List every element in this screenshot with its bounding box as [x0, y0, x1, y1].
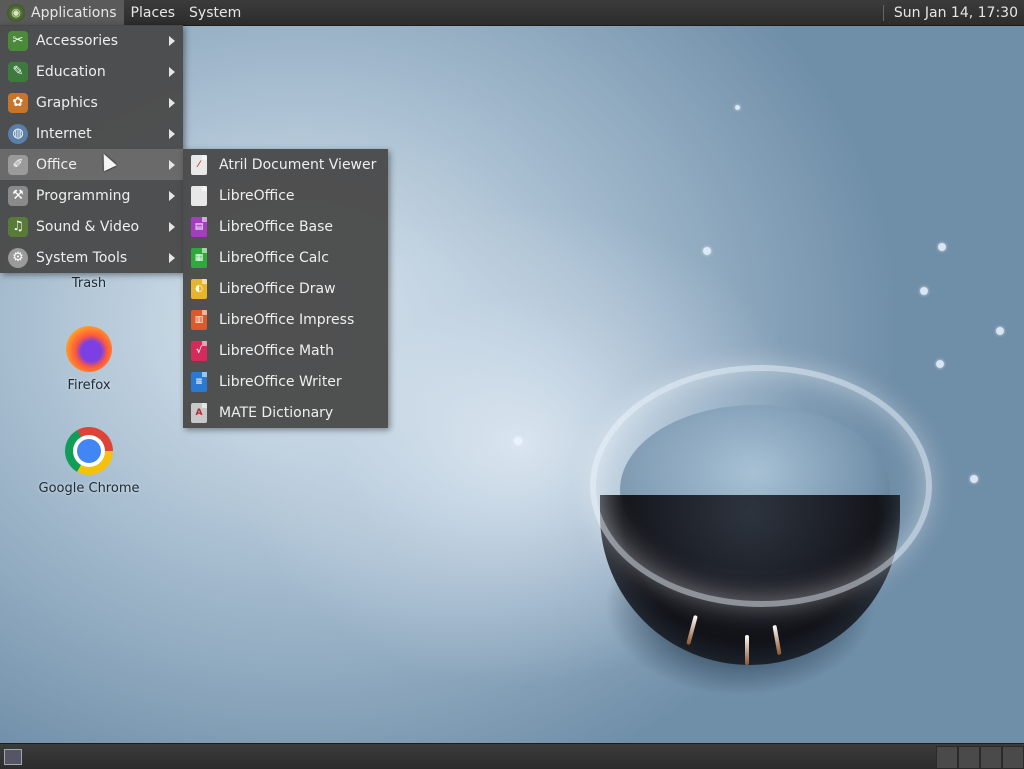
water-droplet	[996, 327, 1004, 335]
water-droplet	[970, 475, 978, 483]
submenu-item-label: LibreOffice	[219, 187, 295, 204]
desktop-icon-firefox[interactable]: Firefox	[34, 326, 144, 393]
menu-item-office[interactable]: ✐ Office	[0, 149, 183, 180]
bottom-panel	[0, 743, 1024, 769]
submenu-item-label: Atril Document Viewer	[219, 156, 377, 173]
submenu-item-libreoffice-math[interactable]: √ LibreOffice Math	[183, 335, 388, 366]
places-menu-label: Places	[130, 4, 176, 21]
desktop-icon-label: Trash	[71, 276, 107, 291]
menu-item-label: Sound & Video	[36, 218, 140, 235]
mate-logo-icon: ◉	[7, 3, 25, 22]
water-droplet	[703, 247, 711, 255]
menu-item-internet[interactable]: ◍ Internet	[0, 118, 183, 149]
submenu-item-libreoffice-writer[interactable]: ≡ LibreOffice Writer	[183, 366, 388, 397]
accessories-icon: ✂	[8, 30, 28, 51]
libreoffice-icon	[191, 185, 207, 206]
submenu-item-atril[interactable]: ⁄ Atril Document Viewer	[183, 149, 388, 180]
water-droplet	[920, 287, 928, 295]
applications-menu-button[interactable]: ◉ Applications	[0, 0, 124, 25]
menu-item-label: Accessories	[36, 32, 119, 49]
applications-menu-label: Applications	[31, 4, 117, 21]
system-menu-button[interactable]: System	[182, 0, 248, 25]
education-icon: ✎	[8, 61, 28, 82]
menu-item-accessories[interactable]: ✂ Accessories	[0, 25, 183, 56]
submenu-arrow-icon	[169, 35, 175, 46]
menu-item-system-tools[interactable]: ⚙ System Tools	[0, 242, 183, 273]
top-panel: ◉ Applications Places System Sun Jan 14,…	[0, 0, 1024, 26]
submenu-item-libreoffice-draw[interactable]: ◐ LibreOffice Draw	[183, 273, 388, 304]
submenu-item-label: LibreOffice Calc	[219, 249, 329, 266]
submenu-item-label: LibreOffice Impress	[219, 311, 355, 328]
workspace-switcher-3[interactable]	[980, 746, 1002, 769]
workspace-switcher-2[interactable]	[958, 746, 980, 769]
system-tools-icon: ⚙	[8, 247, 28, 268]
menu-item-label: Office	[36, 156, 77, 173]
water-droplet	[514, 437, 522, 445]
libreoffice-writer-icon: ≡	[191, 371, 207, 392]
libreoffice-base-icon: ▤	[191, 216, 207, 237]
menu-item-label: Education	[36, 63, 106, 80]
water-droplet	[735, 105, 740, 110]
panel-separator	[882, 4, 884, 21]
graphics-icon: ✿	[8, 92, 28, 113]
clock[interactable]: Sun Jan 14, 17:30	[894, 5, 1024, 21]
submenu-arrow-icon	[169, 97, 175, 108]
submenu-item-libreoffice-calc[interactable]: ▦ LibreOffice Calc	[183, 242, 388, 273]
submenu-item-label: LibreOffice Writer	[219, 373, 342, 390]
desktop-icon-google-chrome[interactable]: Google Chrome	[34, 427, 144, 496]
desktop-icon-label: Firefox	[67, 378, 111, 393]
dictionary-icon: A	[191, 402, 207, 423]
menu-item-label: Internet	[36, 125, 92, 142]
submenu-item-label: LibreOffice Math	[219, 342, 334, 359]
menu-item-graphics[interactable]: ✿ Graphics	[0, 87, 183, 118]
menu-item-label: Programming	[36, 187, 131, 204]
chrome-icon	[65, 427, 113, 475]
firefox-icon	[66, 326, 112, 372]
libreoffice-math-icon: √	[191, 340, 207, 361]
submenu-arrow-icon	[169, 252, 175, 263]
submenu-item-label: LibreOffice Draw	[219, 280, 336, 297]
submenu-item-mate-dictionary[interactable]: A MATE Dictionary	[183, 397, 388, 428]
system-menu-label: System	[189, 4, 242, 21]
submenu-item-label: MATE Dictionary	[219, 404, 334, 421]
water-splash-crown	[590, 365, 932, 607]
desktop-icon-trash[interactable]: Trash	[34, 276, 144, 291]
menu-item-label: System Tools	[36, 249, 128, 266]
submenu-arrow-icon	[169, 66, 175, 77]
light-glint	[745, 635, 749, 665]
libreoffice-impress-icon: ▥	[191, 309, 207, 330]
workspace-switcher-4[interactable]	[1002, 746, 1024, 769]
desktop-icon-label: Google Chrome	[38, 481, 140, 496]
office-icon: ✐	[8, 154, 28, 175]
submenu-arrow-icon	[169, 221, 175, 232]
submenu-item-libreoffice-impress[interactable]: ▥ LibreOffice Impress	[183, 304, 388, 335]
show-desktop-icon[interactable]	[4, 749, 22, 765]
menu-item-label: Graphics	[36, 94, 98, 111]
submenu-arrow-icon	[169, 159, 175, 170]
atril-icon: ⁄	[191, 154, 207, 175]
submenu-item-libreoffice[interactable]: LibreOffice	[183, 180, 388, 211]
places-menu-button[interactable]: Places	[124, 0, 183, 25]
workspace-switcher-1[interactable]	[936, 746, 958, 769]
submenu-item-label: LibreOffice Base	[219, 218, 334, 235]
submenu-arrow-icon	[169, 190, 175, 201]
menu-item-sound-video[interactable]: ♫ Sound & Video	[0, 211, 183, 242]
office-submenu: ⁄ Atril Document Viewer LibreOffice ▤ Li…	[183, 149, 388, 428]
libreoffice-draw-icon: ◐	[191, 278, 207, 299]
applications-menu: ✂ Accessories ✎ Education ✿ Graphics ◍ I…	[0, 25, 183, 273]
submenu-arrow-icon	[169, 128, 175, 139]
submenu-item-libreoffice-base[interactable]: ▤ LibreOffice Base	[183, 211, 388, 242]
menu-item-education[interactable]: ✎ Education	[0, 56, 183, 87]
sound-video-icon: ♫	[8, 216, 28, 237]
menu-item-programming[interactable]: ⚒ Programming	[0, 180, 183, 211]
libreoffice-calc-icon: ▦	[191, 247, 207, 268]
water-droplet	[936, 360, 944, 368]
programming-icon: ⚒	[8, 185, 28, 206]
internet-icon: ◍	[8, 123, 28, 144]
water-droplet	[938, 243, 946, 251]
